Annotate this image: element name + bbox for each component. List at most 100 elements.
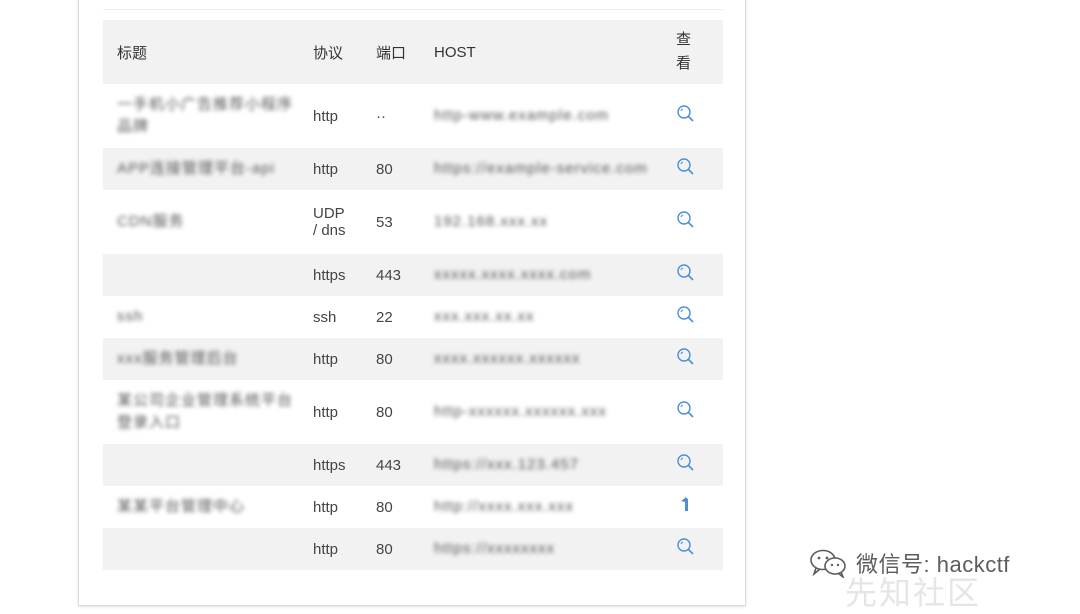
cell-title: 某公司企业管理系统平台 登录入口 [103, 380, 299, 444]
magnifier-icon[interactable] [676, 305, 696, 325]
panel-top-divider [103, 0, 723, 10]
magnifier-icon[interactable] [676, 263, 696, 283]
cell-protocol: https [299, 444, 362, 486]
table-row: ssh ssh 22 xxx.xxx.xx.xx [103, 296, 723, 338]
cell-port-text: 443 [376, 456, 402, 474]
cell-title: 某某平台管理中心 [103, 486, 299, 528]
cell-protocol-text: http [313, 498, 339, 516]
cell-title [103, 444, 299, 486]
cell-host-text: https://example-service.com [434, 160, 648, 177]
cell-protocol: http [299, 380, 362, 444]
cell-port: 80 [362, 486, 420, 528]
cell-protocol-text: http [313, 403, 339, 421]
header-title: 标题 [103, 20, 299, 84]
cell-port: 443 [362, 254, 420, 296]
cell-title-text: ssh [117, 308, 144, 325]
cell-host-text: http-www.example.com [434, 107, 610, 124]
magnifier-icon[interactable] [676, 104, 696, 124]
cell-view [662, 254, 723, 296]
cell-port-text: 80 [376, 540, 393, 558]
cell-port-text: 80 [376, 160, 393, 178]
cell-view [662, 84, 723, 148]
cell-view [662, 296, 723, 338]
cell-title [103, 528, 299, 570]
table-header-row: 标题 协议 端口 HOST 查看 [103, 20, 723, 84]
cell-protocol-text: UDP / dns [313, 205, 346, 239]
cell-host: http://xxxx.xxx.xxx [420, 486, 662, 528]
cell-title: 一手机小广告推荐小程序 品牌 [103, 84, 299, 148]
cell-port: 80 [362, 338, 420, 380]
magnifier-icon[interactable] [676, 210, 696, 230]
watermark-ghost-text: 先知社区 [845, 575, 982, 611]
cursor-icon[interactable] [676, 495, 696, 515]
cell-view [662, 486, 723, 528]
header-view: 查看 [662, 20, 723, 84]
table-row: 某某平台管理中心 http 80 http://xxxx.xxx.xxx [103, 486, 723, 528]
header-port: 端口 [362, 20, 420, 84]
cell-view [662, 444, 723, 486]
cell-port: 53 [362, 190, 420, 254]
cell-view [662, 338, 723, 380]
cell-port-text: 22 [376, 308, 393, 326]
cell-protocol-text: https [313, 456, 346, 474]
cell-protocol: http [299, 84, 362, 148]
cell-title-text: 某某平台管理中心 [117, 498, 246, 515]
cell-protocol-text: ssh [313, 308, 337, 326]
cell-host: https://xxx.123.457 [420, 444, 662, 486]
cell-port-text: 80 [376, 403, 393, 421]
magnifier-icon[interactable] [676, 537, 696, 557]
cell-protocol-text: https [313, 266, 346, 284]
magnifier-icon[interactable] [676, 400, 696, 420]
cell-port-text: 443 [376, 266, 402, 284]
cell-host: http-xxxxxx.xxxxxx.xxx [420, 380, 662, 444]
table-row: CDN服务 UDP / dns 53 192.168.xxx.xx [103, 190, 723, 254]
cell-port-text: 80 [376, 498, 393, 516]
cell-host: xxxx.xxxxxx.xxxxxx [420, 338, 662, 380]
cell-host-text: https://xxx.123.457 [434, 456, 579, 473]
cell-title [103, 254, 299, 296]
table-row: https 443 https://xxx.123.457 [103, 444, 723, 486]
cell-title: APP连接管理平台-api [103, 148, 299, 190]
cell-title-text: 某公司企业管理系统平台 登录入口 [117, 392, 294, 431]
cell-protocol-text: http [313, 107, 339, 125]
hosts-table: 标题 协议 端口 HOST 查看 一手机小广告推荐小程序 品牌 http ·· htt… [103, 20, 723, 570]
cell-host: https://xxxxxxxx [420, 528, 662, 570]
cell-host: 192.168.xxx.xx [420, 190, 662, 254]
cell-view [662, 148, 723, 190]
wechat-icon [810, 549, 846, 578]
cell-title-text: CDN服务 [117, 213, 185, 230]
cell-protocol-text: http [313, 540, 339, 558]
cell-title: CDN服务 [103, 190, 299, 254]
cell-port: 443 [362, 444, 420, 486]
cell-port: ·· [362, 84, 420, 148]
cell-port-text: 53 [376, 213, 393, 231]
cell-protocol: https [299, 254, 362, 296]
cell-protocol: UDP / dns [299, 190, 362, 254]
cell-title: ssh [103, 296, 299, 338]
cell-view [662, 190, 723, 254]
header-host: HOST [420, 20, 662, 84]
magnifier-icon[interactable] [676, 347, 696, 367]
cell-protocol: ssh [299, 296, 362, 338]
cell-port: 80 [362, 528, 420, 570]
cell-protocol: http [299, 148, 362, 190]
cell-protocol-text: http [313, 160, 339, 178]
cell-protocol: http [299, 528, 362, 570]
cell-port: 22 [362, 296, 420, 338]
cell-host-text: http-xxxxxx.xxxxxx.xxx [434, 403, 607, 420]
cell-host: http-www.example.com [420, 84, 662, 148]
table-row: 某公司企业管理系统平台 登录入口 http 80 http-xxxxxx.xxxxxx… [103, 380, 723, 444]
cell-host-text: xxxxx.xxxx.xxxx.com [434, 266, 592, 283]
cell-protocol-text: http [313, 350, 339, 368]
cell-title-text: 一手机小广告推荐小程序 品牌 [117, 96, 294, 135]
cell-title-text: APP连接管理平台-api [117, 160, 276, 177]
header-protocol: 协议 [299, 20, 362, 84]
cell-title: xxx服务管理后台 [103, 338, 299, 380]
cell-host-text: xxxx.xxxxxx.xxxxxx [434, 350, 581, 367]
cell-protocol: http [299, 486, 362, 528]
cell-title-text: xxx服务管理后台 [117, 350, 239, 367]
cell-port: 80 [362, 148, 420, 190]
magnifier-icon[interactable] [676, 157, 696, 177]
magnifier-icon[interactable] [676, 453, 696, 473]
header-view-label: 查看 [676, 31, 692, 72]
